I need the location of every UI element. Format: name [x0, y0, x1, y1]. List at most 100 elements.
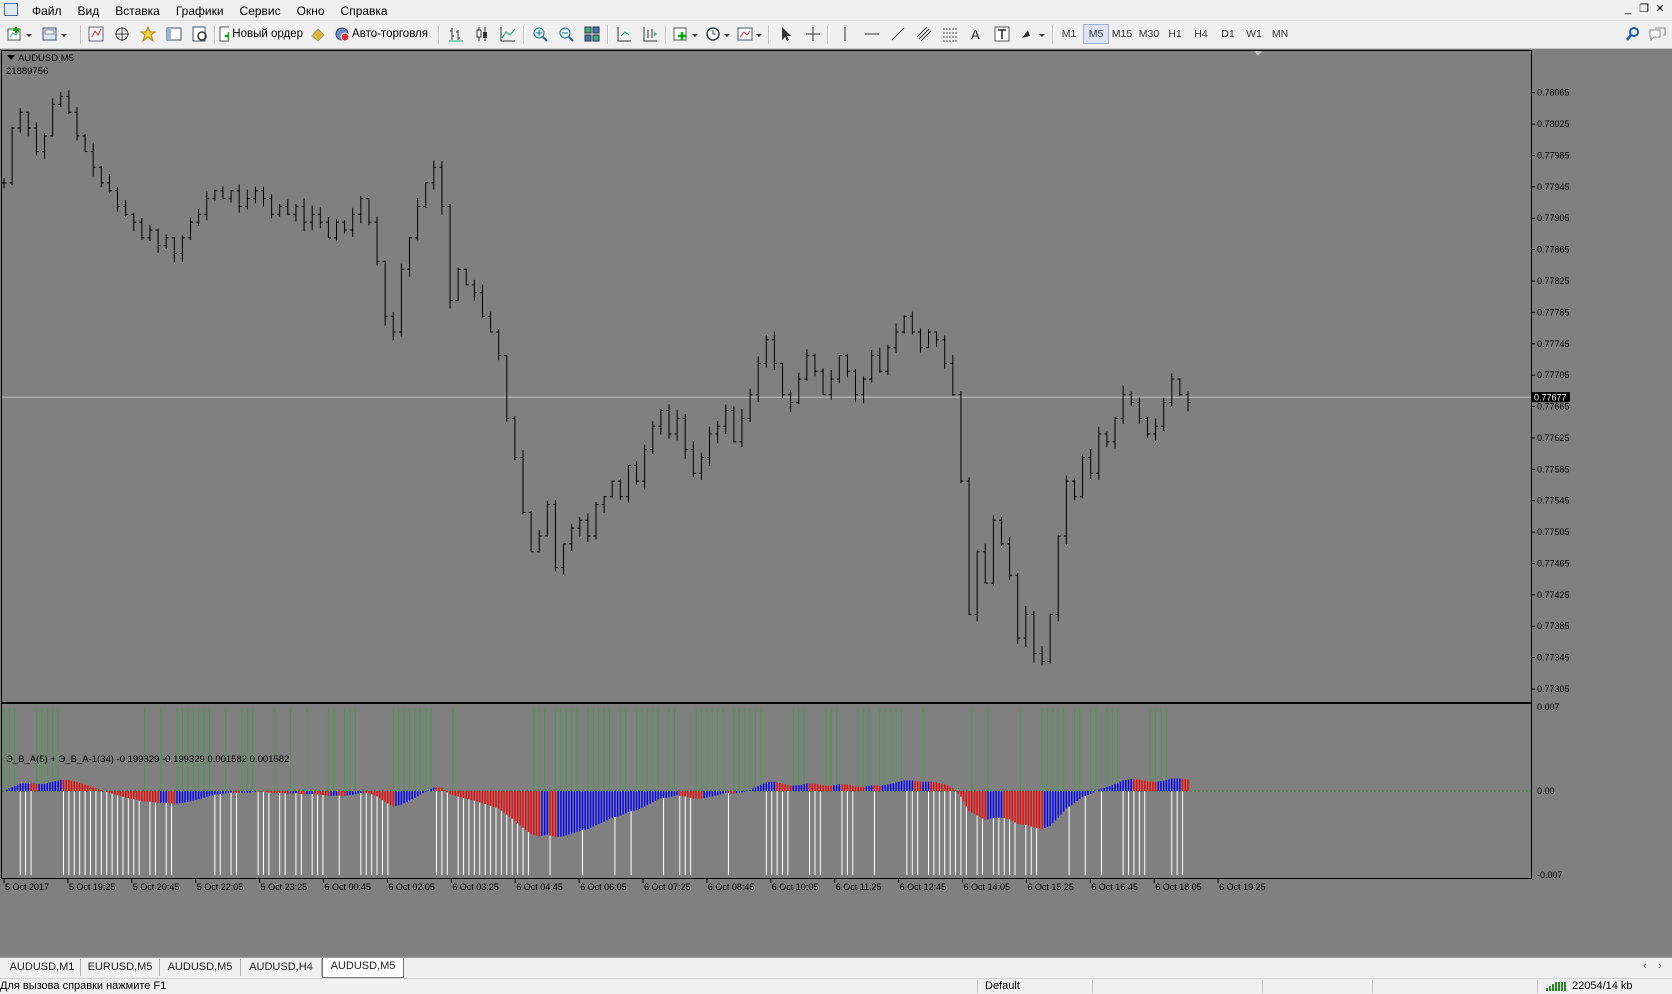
- ohlc-bar: [1161, 397, 1167, 432]
- candlestick-button[interactable]: [472, 24, 492, 44]
- terminal-button[interactable]: [164, 24, 184, 44]
- tab-audusd-m1[interactable]: AUDUSD,M1: [4, 959, 81, 976]
- tf-m5[interactable]: M5: [1083, 24, 1109, 44]
- text-button[interactable]: A: [966, 24, 986, 44]
- zoom-in-button[interactable]: [530, 24, 550, 44]
- ohlc-bar: [1, 178, 7, 189]
- menu-window[interactable]: Окно: [289, 0, 333, 20]
- price-tick-label: 0.77745: [1537, 339, 1570, 349]
- time-tick-label: 5 Oct 23:25: [261, 882, 308, 892]
- minimize-icon[interactable]: _: [1620, 2, 1636, 17]
- horizontal-line-icon: [865, 33, 879, 35]
- new-chart-button[interactable]: [5, 24, 35, 44]
- crosshair-button[interactable]: [803, 24, 823, 44]
- menu-tools[interactable]: Сервис: [232, 0, 289, 20]
- ohlc-bar: [50, 98, 56, 137]
- tf-m30[interactable]: M30: [1136, 24, 1162, 44]
- market-watch-button[interactable]: [86, 24, 106, 44]
- new-chart-icon: [7, 27, 32, 41]
- menu-view[interactable]: Вид: [70, 0, 108, 20]
- tab-audusd-m5-active[interactable]: AUDUSD,M5: [322, 958, 404, 978]
- line-chart-button[interactable]: [498, 24, 518, 44]
- search-button[interactable]: [1623, 24, 1643, 44]
- fibonacci-button[interactable]: [940, 24, 960, 44]
- chat-button[interactable]: [1646, 24, 1668, 44]
- horizontal-line-button[interactable]: [862, 24, 882, 44]
- new-order-button[interactable]: Новый ордер: [219, 24, 303, 44]
- menu-insert[interactable]: Вставка: [107, 0, 168, 20]
- time-tick-label: 6 Oct 16:45: [1091, 882, 1138, 892]
- tab-audusd-h4[interactable]: AUDUSD,H4: [241, 959, 322, 976]
- restore-icon[interactable]: ❐: [1636, 2, 1652, 17]
- ohlc-bar: [666, 404, 672, 439]
- time-tick-label: 6 Oct 07:25: [644, 882, 691, 892]
- ohlc-bar: [25, 111, 31, 137]
- tile-windows-icon: [584, 26, 600, 42]
- tab-scroll-left-icon[interactable]: ‹: [1643, 960, 1647, 972]
- tf-mn[interactable]: MN: [1267, 24, 1293, 44]
- menu-charts[interactable]: Графики: [168, 0, 232, 20]
- text-label-button[interactable]: [992, 24, 1012, 44]
- indicators-button[interactable]: [672, 24, 700, 44]
- vertical-line-icon: [844, 27, 846, 41]
- tf-h4[interactable]: H4: [1188, 24, 1214, 44]
- ohlc-bar: [1088, 448, 1094, 480]
- ohlc-bar: [820, 368, 826, 396]
- tile-windows-button[interactable]: [582, 24, 602, 44]
- tab-audusd-m5-a[interactable]: AUDUSD,M5: [160, 959, 241, 976]
- ohlc-bar: [447, 204, 453, 309]
- navigator-button[interactable]: [112, 24, 132, 44]
- close-icon[interactable]: ✕: [1652, 2, 1668, 17]
- tf-h1[interactable]: H1: [1162, 24, 1188, 44]
- time-tick-label: 6 Oct 18:05: [1155, 882, 1202, 892]
- text-icon: A: [971, 27, 980, 42]
- menu-file[interactable]: Файл: [24, 0, 70, 20]
- tf-m1[interactable]: M1: [1056, 24, 1082, 44]
- price-tick-label: 0.77385: [1537, 621, 1570, 631]
- metaeditor-button[interactable]: [308, 24, 328, 44]
- zoom-out-button[interactable]: [556, 24, 576, 44]
- arrows-button[interactable]: [1018, 24, 1048, 44]
- periods-button[interactable]: [704, 24, 732, 44]
- collapse-triangle-icon[interactable]: [7, 55, 15, 60]
- tf-m15[interactable]: M15: [1109, 24, 1135, 44]
- chart-canvas[interactable]: 0.78065 0.78025 0.77985 0.77945 0.77905 0.778…: [0, 49, 1672, 957]
- price-tick-label: 0.77985: [1537, 150, 1570, 160]
- tab-eurusd-m5[interactable]: EURUSD,M5: [81, 959, 160, 976]
- autoscroll-button[interactable]: [614, 24, 634, 44]
- ohlc-bar: [731, 406, 737, 443]
- chart-window[interactable]: 0.78065 0.78025 0.77985 0.77945 0.77905 0.778…: [0, 49, 1672, 957]
- tf-w1[interactable]: W1: [1241, 24, 1267, 44]
- ohlc-bar: [415, 198, 421, 241]
- ohlc-bar: [780, 362, 786, 399]
- profiles-button[interactable]: [40, 24, 70, 44]
- data-window-icon: [140, 26, 156, 42]
- price-tick-label: 0.77585: [1537, 464, 1570, 474]
- tab-scroll-right-icon[interactable]: ›: [1658, 960, 1662, 972]
- search-icon: [1626, 27, 1639, 41]
- ohlc-bar: [1112, 417, 1118, 449]
- tf-d1[interactable]: D1: [1215, 24, 1241, 44]
- data-window-button[interactable]: [138, 24, 158, 44]
- ohlc-bar: [90, 142, 96, 177]
- ohlc-bar: [350, 207, 356, 237]
- bar-chart-button[interactable]: [446, 24, 466, 44]
- ohlc-bar: [82, 134, 88, 153]
- templates-button[interactable]: [736, 24, 764, 44]
- ohlc-bar: [682, 413, 688, 459]
- tester-button[interactable]: [190, 24, 210, 44]
- trend-line-button[interactable]: [888, 24, 908, 44]
- tester-icon: [192, 26, 207, 42]
- ohlc-bar: [285, 199, 291, 216]
- vertical-line-button[interactable]: [835, 24, 855, 44]
- ohlc-bar: [698, 452, 704, 480]
- menu-help[interactable]: Справка: [333, 0, 396, 20]
- candlestick-icon: [476, 27, 487, 41]
- autotrading-button[interactable]: Авто-торговля: [334, 24, 428, 44]
- cursor-button[interactable]: [776, 24, 796, 44]
- equidistant-channel-button[interactable]: [914, 24, 934, 44]
- ohlc-bar: [390, 312, 396, 341]
- chart-shift-button[interactable]: [640, 24, 660, 44]
- app-icon[interactable]: [4, 3, 18, 16]
- ohlc-bar: [1047, 613, 1053, 664]
